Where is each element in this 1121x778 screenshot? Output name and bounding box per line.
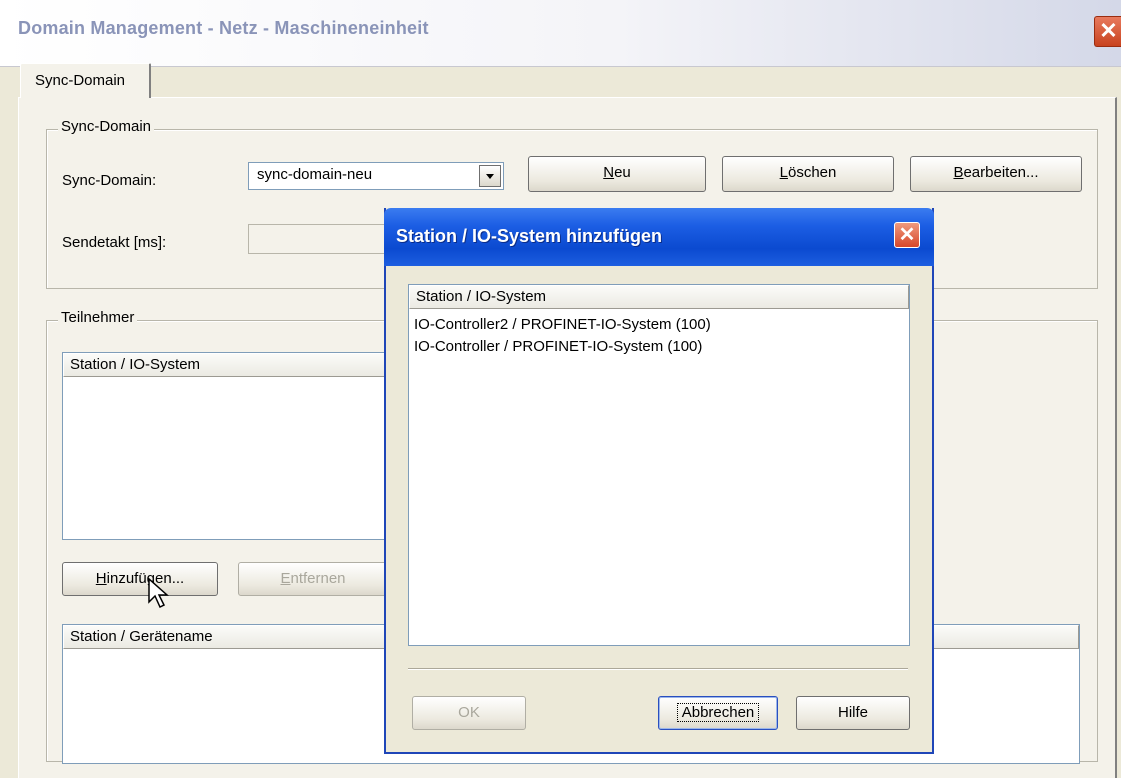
new-button-mnemonic: N (603, 164, 615, 181)
dialog-list-item[interactable]: IO-Controller2 / PROFINET-IO-System (100… (414, 316, 711, 333)
dialog-list-item[interactable]: IO-Controller / PROFINET-IO-System (100) (414, 338, 702, 355)
sync-domain-select-value: sync-domain-neu (257, 166, 373, 183)
tab-sync-domain[interactable]: Sync-Domain (20, 63, 151, 98)
edit-button-label: earbeiten... (963, 164, 1039, 181)
chevron-down-icon (486, 174, 494, 179)
add-button[interactable]: Hinzufügen... (62, 562, 218, 596)
add-button-mnemonic: H (95, 570, 107, 587)
dialog-separator (408, 668, 908, 670)
dialog-list-header[interactable]: Station / IO-System (409, 285, 909, 309)
add-button-label: inzufügen... (106, 570, 185, 587)
participants-group-legend: Teilnehmer (58, 309, 138, 326)
close-icon: ✕ (1099, 18, 1118, 43)
dialog-title: Station / IO-System hinzufügen (396, 226, 663, 246)
delete-button-label: öschen (787, 164, 837, 181)
remove-button[interactable]: Entfernen (238, 562, 388, 596)
sync-domain-select[interactable]: sync-domain-neu (248, 162, 504, 190)
help-button[interactable]: Hilfe (796, 696, 910, 730)
sync-domain-group-legend: Sync-Domain (58, 118, 155, 135)
close-icon: ✕ (898, 224, 916, 246)
cancel-button-label: Abbrechen (676, 703, 760, 722)
delete-button-mnemonic: L (779, 164, 788, 181)
edit-button-mnemonic: B (953, 164, 964, 181)
tab-label: Sync-Domain (35, 72, 126, 89)
remove-button-mnemonic: E (280, 570, 291, 587)
edit-button[interactable]: Bearbeiten... (910, 156, 1082, 192)
dropdown-button[interactable] (479, 165, 501, 187)
mouse-pointer-icon (148, 578, 169, 609)
ok-button[interactable]: OK (412, 696, 526, 730)
station-list-header[interactable]: Station / IO-System (63, 353, 391, 377)
dialog-close-button[interactable]: ✕ (894, 222, 920, 248)
sync-domain-label: Sync-Domain: (62, 172, 157, 189)
remove-button-label: ntfernen (290, 570, 346, 587)
send-interval-field[interactable] (248, 224, 398, 254)
new-button-label: eu (614, 164, 631, 181)
cancel-button[interactable]: Abbrechen (658, 696, 778, 730)
new-button[interactable]: Neu (528, 156, 706, 192)
station-list[interactable]: Station / IO-System (62, 352, 392, 540)
main-close-button[interactable]: ✕ (1094, 16, 1121, 47)
main-window-title: Domain Management - Netz - Maschineneinh… (18, 18, 429, 38)
delete-button[interactable]: Löschen (722, 156, 894, 192)
send-interval-label: Sendetakt [ms]: (62, 234, 167, 251)
